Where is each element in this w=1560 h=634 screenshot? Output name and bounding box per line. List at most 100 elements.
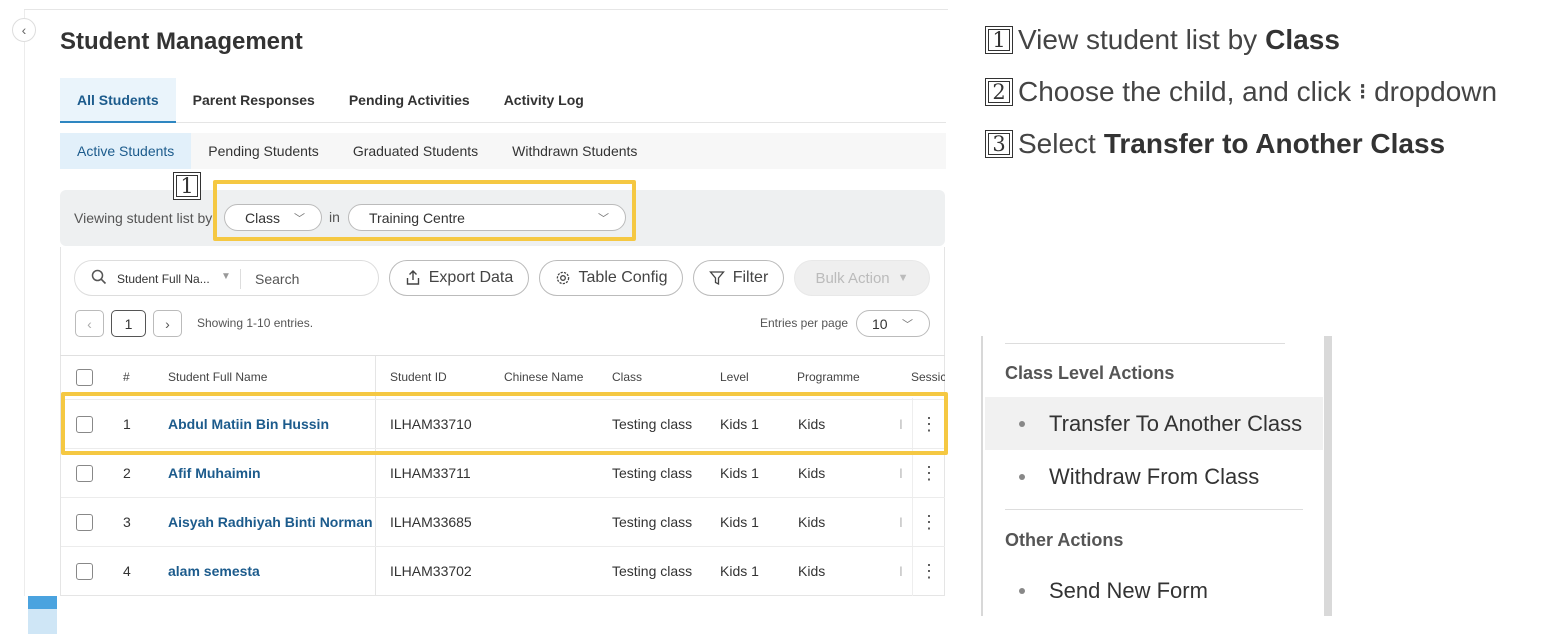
table-row[interactable]: 3 Aisyah Radhiyah Binti Norman ILHAM3368… [61, 497, 945, 546]
tab-activity-log[interactable]: Activity Log [487, 78, 601, 122]
caret-down-icon[interactable]: ▼ [221, 271, 231, 282]
kebab-icon: ⁝ [1359, 79, 1367, 104]
sidebar-fragment [28, 596, 57, 609]
bulk-action-label: Bulk Action [815, 269, 890, 287]
instruction-step-1: 1 View student list by Class [985, 24, 1340, 56]
row-checkbox[interactable] [76, 514, 93, 531]
kebab-icon[interactable]: ⋮ [919, 557, 939, 585]
export-data-label: Export Data [428, 269, 514, 286]
collapse-icon[interactable]: ‹ [12, 18, 36, 42]
session: I [899, 514, 903, 530]
programme: Kids [798, 563, 826, 579]
header-student-name[interactable]: Student Full Name [168, 370, 267, 384]
kebab-icon[interactable]: ⋮ [919, 459, 939, 487]
row-checkbox[interactable] [76, 563, 93, 580]
top-divider [24, 9, 948, 10]
student-id: ILHAM33711 [390, 465, 471, 481]
caret-down-icon: ▼ [897, 272, 909, 284]
step-marker-3: 3 [985, 130, 1013, 158]
header-class[interactable]: Class [612, 370, 642, 384]
table-config-button[interactable]: Table Config [539, 260, 683, 296]
menu-scrollbar[interactable] [1324, 336, 1332, 616]
student-name-link[interactable]: alam semesta [168, 563, 260, 579]
prev-page-button[interactable]: ‹ [75, 310, 104, 337]
table-row[interactable]: 4 alam semesta ILHAM33702 Testing class … [61, 546, 945, 595]
showing-entries-text: Showing 1-10 entries. [197, 316, 314, 330]
menu-item-send-form[interactable]: Send New Form [985, 564, 1323, 616]
row-number: 4 [123, 563, 131, 579]
instruction-text-after: dropdown [1374, 76, 1498, 107]
class-name: Testing class [612, 563, 693, 579]
step-marker-1: 1 [985, 26, 1013, 54]
table-config-label: Table Config [578, 269, 668, 286]
tab-all-students[interactable]: All Students [60, 78, 176, 123]
search-divider [240, 269, 241, 289]
step-marker-2: 2 [985, 78, 1013, 106]
menu-item-label: Send New Form [1049, 577, 1208, 603]
level: Kids 1 [720, 465, 759, 481]
header-level[interactable]: Level [720, 370, 749, 384]
menu-item-label: Transfer To Another Class [1049, 410, 1303, 436]
entries-per-page-label: Entries per page [760, 316, 849, 330]
tab-pending-activities[interactable]: Pending Activities [332, 78, 487, 122]
instruction-text: Select [1018, 128, 1096, 159]
student-name-link[interactable]: Aisyah Radhiyah Binti Norman [168, 514, 373, 530]
export-data-button[interactable]: Export Data [389, 260, 529, 296]
tab-parent-responses[interactable]: Parent Responses [176, 78, 332, 122]
search-input[interactable] [255, 269, 365, 289]
subtab-pending-students[interactable]: Pending Students [191, 133, 336, 169]
subtab-withdrawn-students[interactable]: Withdrawn Students [495, 133, 654, 169]
menu-group-class-level: Class Level Actions [1005, 363, 1175, 383]
sidebar-edge [24, 10, 25, 596]
filter-button[interactable]: Filter [693, 260, 784, 296]
header-student-id[interactable]: Student ID [390, 370, 447, 384]
session: I [899, 465, 903, 481]
menu-item-transfer-class[interactable]: Transfer To Another Class [985, 397, 1323, 450]
session: I [899, 563, 903, 579]
level: Kids 1 [720, 563, 759, 579]
row-number: 2 [123, 465, 131, 481]
sub-tabs: Active Students Pending Students Graduat… [60, 133, 946, 169]
header-chinese-name[interactable]: Chinese Name [504, 370, 583, 384]
current-page-button[interactable]: 1 [111, 310, 146, 337]
instruction-text: Choose the child, and click [1018, 76, 1352, 107]
instruction-text: View student list by [1018, 24, 1258, 55]
export-icon [406, 270, 419, 285]
highlight-box-step1 [213, 180, 636, 241]
header-session[interactable]: Sessic [911, 370, 945, 384]
kebab-icon[interactable]: ⋮ [919, 508, 939, 536]
entries-per-page-value: 10 [872, 315, 888, 332]
page-title: Student Management [60, 28, 303, 55]
header-programme[interactable]: Programme [797, 370, 860, 384]
student-name-link[interactable]: Afif Muhaimin [168, 465, 261, 481]
class-name: Testing class [612, 465, 693, 481]
instruction-bold: Transfer to Another Class [1103, 128, 1446, 159]
search-field-select[interactable]: Student Full Na... [117, 272, 210, 286]
next-page-button[interactable]: › [153, 310, 182, 337]
student-id: ILHAM33702 [390, 563, 472, 579]
menu-item-withdraw-class[interactable]: Withdraw From Class [985, 450, 1323, 503]
table-header-divider [60, 355, 945, 356]
instruction-step-2: 2 Choose the child, and click ⁝ dropdown [985, 76, 1497, 108]
entries-per-page-select[interactable]: 10 ﹀ [856, 310, 930, 337]
chevron-down-icon: ﹀ [902, 319, 913, 331]
menu-item-label: Withdraw From Class [1049, 463, 1260, 489]
search-icon [91, 269, 107, 285]
instruction-bold: Class [1265, 24, 1340, 55]
highlight-box-step2 [61, 392, 948, 455]
menu-group-other: Other Actions [1005, 530, 1124, 550]
subtab-active-students[interactable]: Active Students [60, 133, 192, 169]
menu-divider [1005, 509, 1303, 510]
row-checkbox[interactable] [76, 465, 93, 482]
class-name: Testing class [612, 514, 693, 530]
programme: Kids [798, 514, 826, 530]
select-all-checkbox[interactable] [76, 369, 93, 386]
subtab-graduated-students[interactable]: Graduated Students [336, 133, 495, 169]
level: Kids 1 [720, 514, 759, 530]
sidebar-fragment-light [28, 609, 57, 634]
bulk-action-button[interactable]: Bulk Action ▼ [794, 260, 930, 296]
action-dropdown-menu: Class Level Actions Transfer To Another … [981, 336, 1332, 616]
table-row[interactable]: 2 Afif Muhaimin ILHAM33711 Testing class… [61, 448, 945, 497]
header-number: # [123, 370, 130, 384]
step-marker-1: 1 [173, 172, 201, 200]
